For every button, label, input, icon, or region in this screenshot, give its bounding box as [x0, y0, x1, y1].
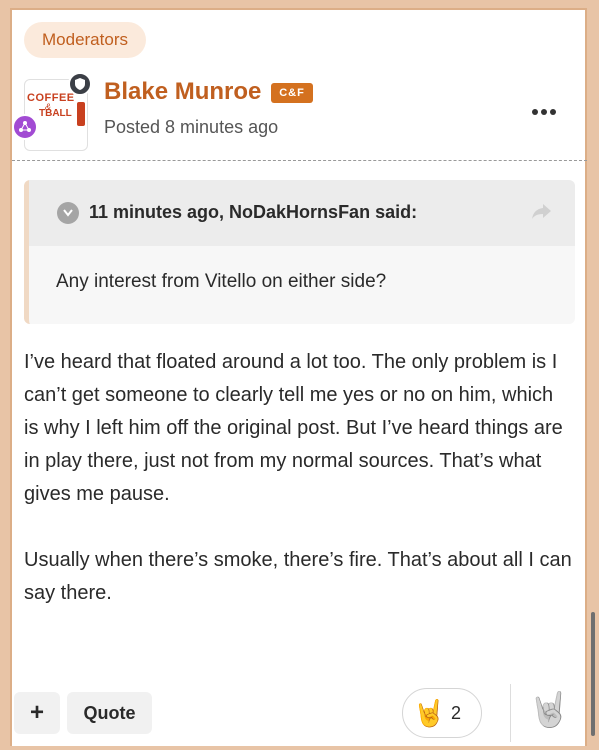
more-dot — [532, 109, 538, 115]
group-badge-moderators[interactable]: Moderators — [24, 22, 146, 58]
quote-text: Any interest from Vitello on either side… — [56, 271, 387, 292]
quote-header: 11 minutes ago, NoDakHornsFan said: — [29, 180, 575, 246]
post-content: I’ve heard that floated around a lot too… — [24, 346, 572, 610]
reaction-summary[interactable]: 🤘 2 — [402, 688, 482, 738]
rock-on-icon: 🤘 — [413, 698, 446, 728]
post-paragraph: I’ve heard that floated around a lot too… — [24, 351, 563, 505]
reaction-count: 2 — [451, 703, 462, 723]
avatar-logo-bottom: TBALL — [39, 108, 72, 119]
avatar-logo-bar — [77, 102, 85, 126]
quote-button[interactable]: Quote — [67, 692, 152, 734]
post-paragraph: Usually when there’s smoke, there’s fire… — [24, 549, 572, 604]
shield-icon — [68, 72, 92, 96]
post-timestamp[interactable]: Posted 8 minutes ago — [104, 117, 278, 138]
chevron-down-icon[interactable] — [57, 202, 79, 224]
quote-citation[interactable]: 11 minutes ago, NoDakHornsFan said: — [89, 202, 417, 223]
more-options-icon[interactable] — [530, 104, 558, 120]
reaction-separator — [510, 684, 511, 742]
quote-block: 11 minutes ago, NoDakHornsFan said: Any … — [24, 180, 575, 324]
react-button-icon[interactable]: 🤘 — [528, 690, 570, 730]
scrollbar[interactable] — [591, 612, 595, 736]
rank-badge-icon: C&F — [271, 83, 313, 103]
author-name[interactable]: Blake Munroe — [104, 78, 261, 106]
share-arrow-icon[interactable] — [531, 202, 555, 224]
more-dot — [550, 109, 556, 115]
post-divider — [12, 160, 587, 161]
more-dot — [541, 109, 547, 115]
group-icon — [12, 114, 38, 140]
multiquote-add-button[interactable]: + — [14, 692, 60, 734]
